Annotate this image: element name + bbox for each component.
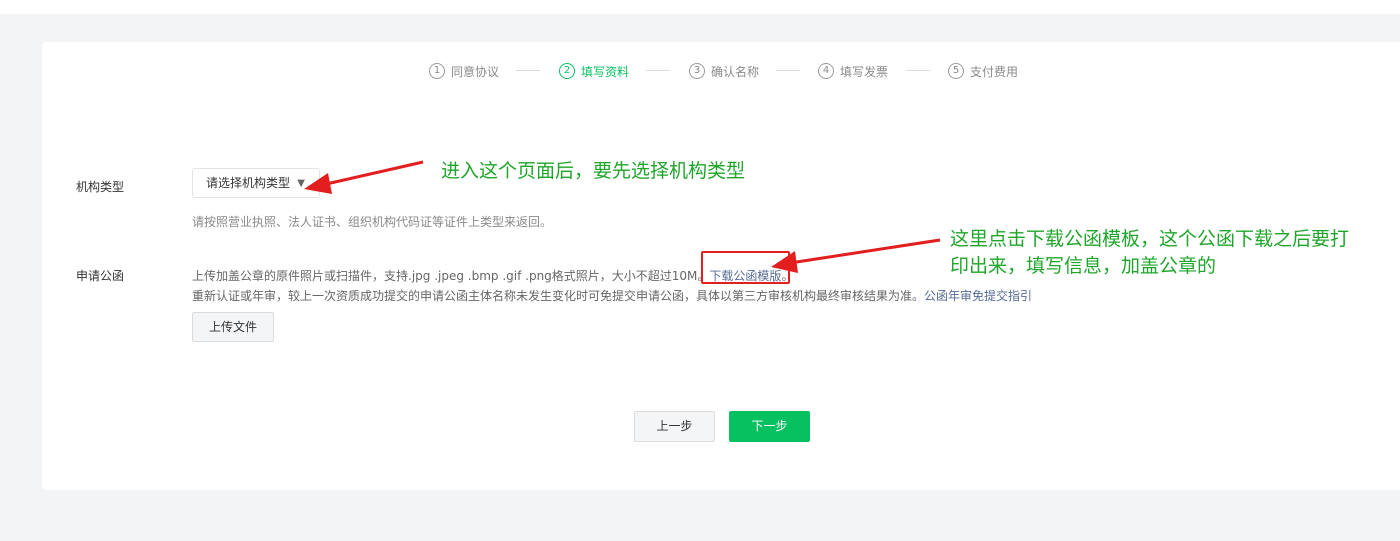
org-type-label: 机构类型 bbox=[76, 180, 125, 194]
step-number: 3 bbox=[689, 63, 705, 79]
step-number: 2 bbox=[559, 63, 575, 79]
top-bar bbox=[0, 0, 1400, 14]
chevron-down-icon: ▼ bbox=[297, 178, 305, 189]
org-type-hint: 请按照营业执照、法人证书、组织机构代码证等证件上类型来返回。 bbox=[192, 215, 553, 229]
step-agree: 1 同意协议 bbox=[429, 62, 499, 80]
step-fill-info: 2 填写资料 bbox=[559, 62, 629, 80]
letter-hint-text: 上传加盖公章的原件照片或扫描件，支持.jpg .jpeg .bmp .gif .… bbox=[192, 269, 710, 283]
step-divider bbox=[906, 70, 930, 71]
annotation-download-note-2: 印出来，填写信息，加盖公章的 bbox=[950, 255, 1217, 277]
step-label: 支付费用 bbox=[970, 64, 1019, 79]
step-confirm-name: 3 确认名称 bbox=[689, 62, 759, 80]
step-label: 同意协议 bbox=[451, 64, 500, 79]
step-divider bbox=[516, 70, 540, 71]
annotation-highlight-box bbox=[701, 251, 790, 284]
step-label: 填写发票 bbox=[840, 64, 889, 79]
annotation-download-note-1: 这里点击下载公函模板，这个公函下载之后要打 bbox=[950, 228, 1350, 250]
step-divider bbox=[776, 70, 800, 71]
org-type-select[interactable]: 请选择机构类型 ▼ bbox=[192, 168, 320, 198]
step-payment: 5 支付费用 bbox=[948, 62, 1018, 80]
step-number: 1 bbox=[429, 63, 445, 79]
annotation-select-note: 进入这个页面后，要先选择机构类型 bbox=[441, 160, 746, 182]
next-step-button[interactable]: 下一步 bbox=[729, 411, 810, 442]
step-number: 4 bbox=[818, 63, 834, 79]
org-type-select-value: 请选择机构类型 bbox=[206, 176, 291, 190]
step-label: 确认名称 bbox=[711, 64, 760, 79]
step-invoice: 4 填写发票 bbox=[818, 62, 888, 80]
step-divider bbox=[646, 70, 670, 71]
step-number: 5 bbox=[948, 63, 964, 79]
letter-hint-text-2: 重新认证或年审，较上一次资质成功提交的申请公函主体名称未发生变化时可免提交申请公… bbox=[192, 289, 925, 303]
letter-hint-line2: 重新认证或年审，较上一次资质成功提交的申请公函主体名称未发生变化时可免提交申请公… bbox=[192, 287, 1032, 304]
stepper: 1 同意协议 2 填写资料 3 确认名称 4 填写发票 5 支付费用 bbox=[0, 62, 1400, 80]
prev-step-button[interactable]: 上一步 bbox=[634, 411, 715, 442]
step-label: 填写资料 bbox=[581, 64, 630, 79]
letter-label: 申请公函 bbox=[76, 269, 125, 283]
exemption-guide-link[interactable]: 公函年审免提交指引 bbox=[924, 289, 1032, 303]
upload-file-button[interactable]: 上传文件 bbox=[192, 312, 274, 342]
